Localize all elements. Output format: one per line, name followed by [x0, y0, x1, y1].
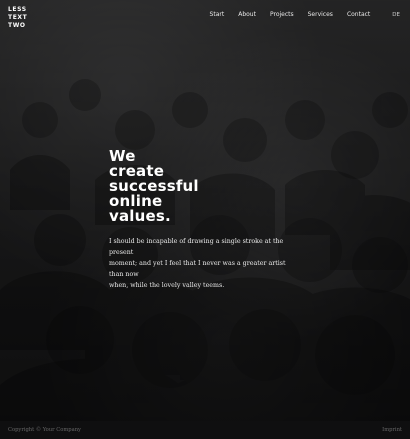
nav-projects[interactable]: Projects [270, 11, 294, 18]
nav-start[interactable]: Start [210, 11, 225, 18]
hero-title-line-5: values. [109, 207, 171, 225]
footer-imprint-link[interactable]: Imprint [382, 427, 402, 433]
logo-line-2: TEXT [8, 14, 28, 21]
nav-services[interactable]: Services [308, 11, 333, 18]
logo-line-3: TWO [8, 22, 26, 29]
language-switch[interactable]: DE [392, 12, 400, 18]
nav-about[interactable]: About [238, 11, 256, 18]
hero-section: We create successful online values. I sh… [109, 149, 349, 291]
hero-description-line-3: when, while the lovely valley teems. [109, 282, 225, 289]
top-nav: Start About Projects Services Contact DE [210, 11, 400, 18]
hero-description-line-2: moment; and yet I feel that I never was … [109, 260, 286, 278]
hero-description-line-1: I should be incapable of drawing a singl… [109, 238, 284, 256]
logo-line-1: LESS [8, 6, 27, 13]
brand-logo[interactable]: LESS TEXT TWO [8, 6, 27, 30]
nav-contact[interactable]: Contact [347, 11, 370, 18]
hero-description: I should be incapable of drawing a singl… [109, 236, 299, 291]
page: LESS TEXT TWO Start About Projects Servi… [0, 0, 410, 439]
footer: Copyright © Your Company Imprint [0, 421, 410, 439]
hero-title: We create successful online values. [109, 149, 349, 224]
footer-copyright: Copyright © Your Company [8, 427, 81, 433]
